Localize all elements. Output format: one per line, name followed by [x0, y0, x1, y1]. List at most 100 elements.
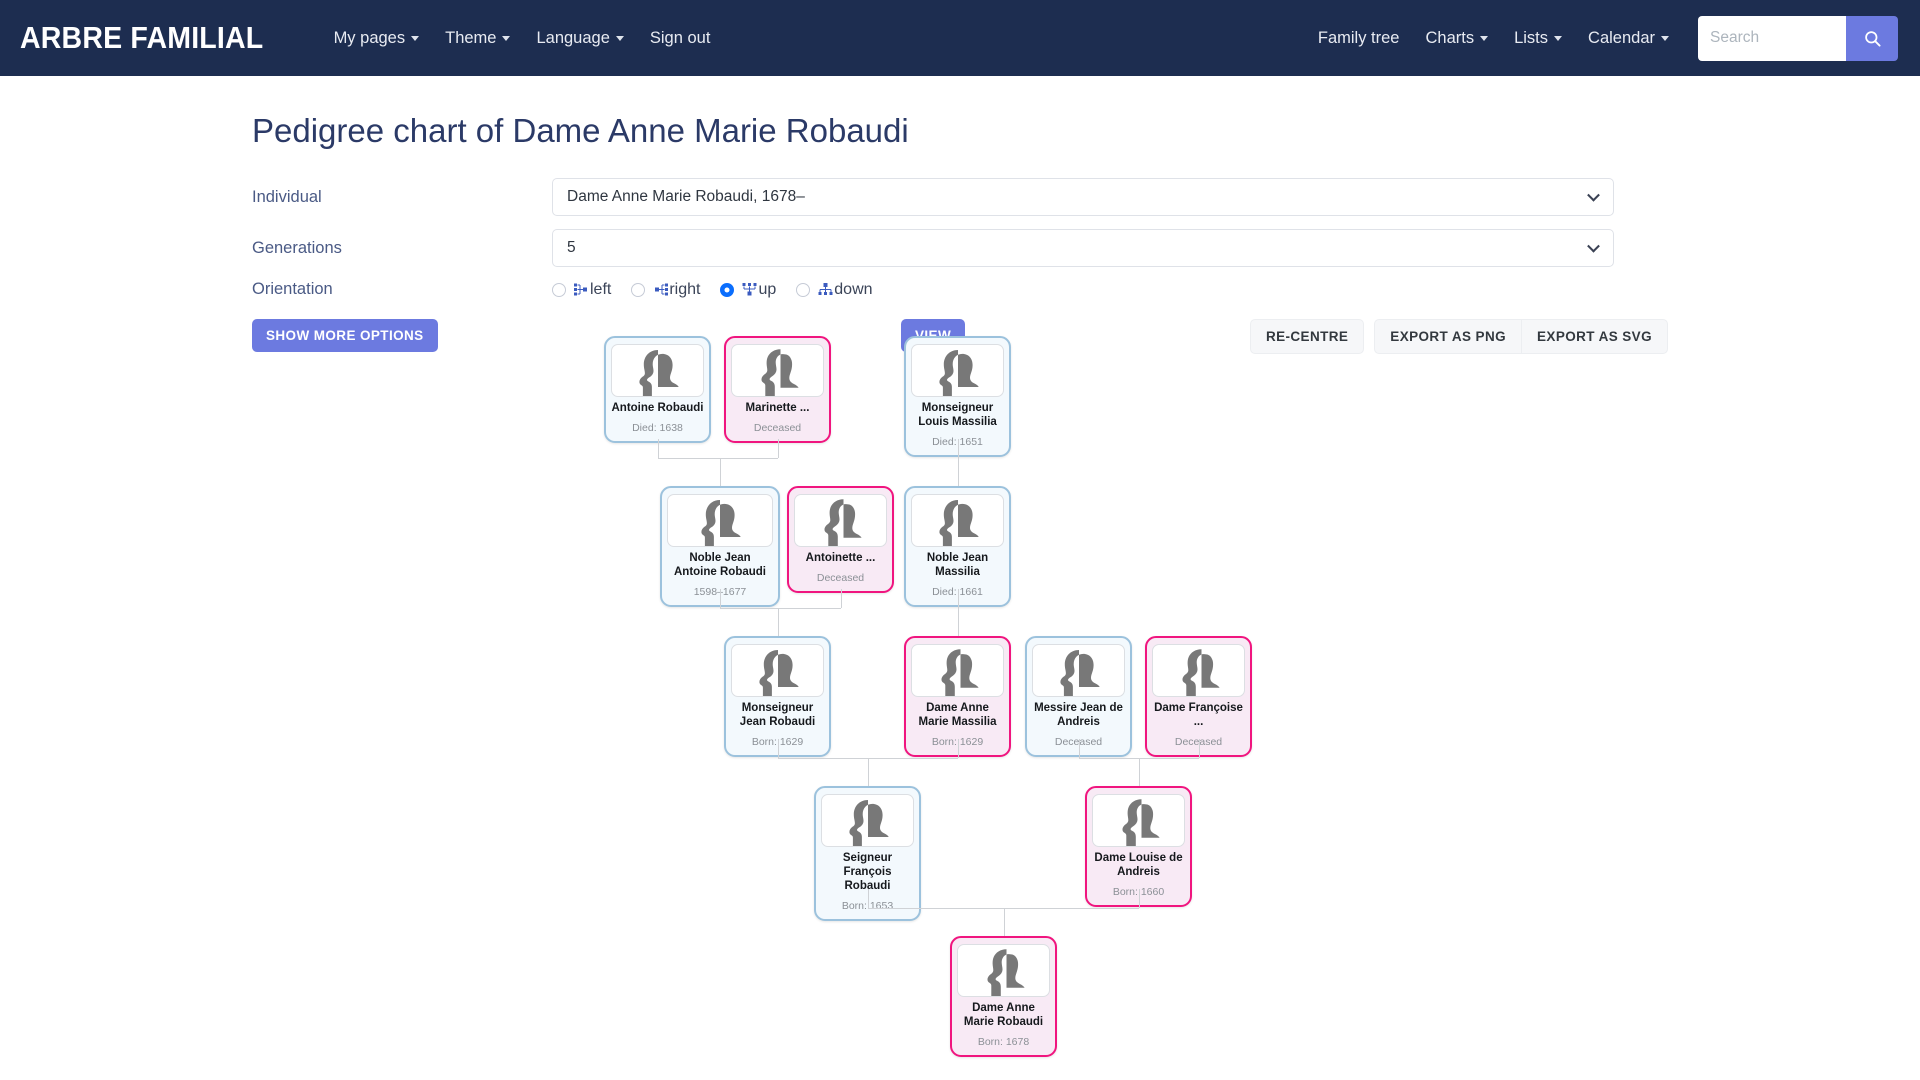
person-box[interactable]: Antoine Robaudi Died: 1638 [604, 336, 711, 444]
generations-select[interactable]: 5 [552, 229, 1614, 267]
connector-line [957, 458, 959, 486]
nav-item-lists[interactable]: Lists [1501, 23, 1575, 54]
nav-item-label: Sign out [649, 28, 711, 47]
avatar [1152, 644, 1245, 697]
female-silhouette-icon [1182, 649, 1220, 696]
secondary-nav: Family tree Charts Lists Calendar [1305, 15, 1898, 61]
male-silhouette-icon [848, 800, 889, 846]
nav-item-calendar[interactable]: Calendar [1575, 23, 1682, 54]
tree-left-icon-wrap [574, 283, 589, 296]
connector-line [1138, 758, 1140, 786]
search-input[interactable] [1698, 15, 1846, 61]
nav-item-label: Family tree [1317, 28, 1400, 47]
radio-down[interactable] [796, 282, 811, 297]
page-title: Pedigree chart of Dame Anne Marie Robaud… [252, 112, 909, 149]
avatar [911, 494, 1004, 547]
connector-line [867, 758, 869, 786]
male-silhouette-icon [938, 500, 979, 546]
orientation-option-label: right [669, 280, 701, 298]
search-icon [1864, 30, 1881, 47]
orientation-option-down[interactable]: down [796, 280, 873, 299]
connector-line [867, 889, 869, 908]
person-name: Marinette ... [745, 402, 810, 414]
nav-item-my-pages[interactable]: My pages [321, 23, 433, 54]
nav-item-label: Calendar [1588, 28, 1655, 47]
connector-line [1138, 889, 1140, 908]
search-submit-button[interactable] [1846, 15, 1898, 61]
generations-label: Generations [252, 238, 342, 257]
connector-line [957, 589, 959, 608]
nav-item-label: Lists [1514, 28, 1549, 47]
male-silhouette-icon [701, 500, 741, 546]
pedigree-chart: Antoine Robaudi Died: 1638 Marinette ... De… [0, 336, 1920, 1080]
nav-item-language[interactable]: Language [523, 23, 636, 54]
person-name: Noble Jean Antoine Robaudi [674, 552, 766, 579]
avatar [731, 644, 824, 697]
person-box[interactable]: Dame Anne Marie Robaudi Born: 1678 [950, 936, 1057, 1058]
tree-up-icon [742, 283, 757, 296]
avatar [794, 494, 887, 547]
person-box[interactable]: Antoinette ... Deceased [787, 486, 894, 594]
person-name: Dame Anne Marie Robaudi [963, 1002, 1044, 1029]
nav-item-label: Language [536, 28, 610, 47]
tree-up-icon-wrap [742, 283, 757, 296]
nav-item-family-tree[interactable]: Family tree [1305, 23, 1413, 54]
chevron-down-icon [1587, 188, 1600, 202]
connector-line [720, 608, 841, 609]
orientation-option-up[interactable]: up [720, 281, 776, 299]
nav-item-label: My pages [333, 28, 406, 47]
avatar [1092, 794, 1185, 847]
person-dates: Born: 1678 [977, 1036, 1030, 1049]
connector-line [720, 589, 721, 608]
connector-line [657, 458, 778, 459]
generations-select-value: 5 [567, 239, 576, 256]
nav-item-label: Charts [1425, 28, 1475, 47]
avatar [911, 644, 1004, 697]
caret-down-icon [1554, 35, 1563, 41]
female-silhouette-icon [761, 349, 799, 396]
site-logo[interactable]: ARBRE FAMILIAL [20, 20, 263, 56]
orientation-option-right[interactable]: right [631, 281, 700, 299]
caret-down-icon [1661, 35, 1669, 41]
avatar [1032, 644, 1125, 697]
connector-line [777, 739, 779, 758]
individual-row: Individual Dame Anne Marie Robaudi, 1678… [252, 178, 1920, 216]
avatar [667, 494, 773, 547]
male-silhouette-icon [938, 350, 979, 396]
radio-left[interactable] [552, 282, 566, 297]
person-name: Dame Anne Marie Massilia [918, 702, 997, 729]
orientation-option-label: up [758, 280, 777, 298]
person-name: Monseigneur Jean Robaudi [739, 702, 816, 729]
person-box[interactable]: Marinette ... Deceased [724, 336, 831, 444]
male-silhouette-icon [638, 350, 679, 396]
caret-down-icon [411, 35, 420, 41]
person-name: Dame Françoise ... [1154, 702, 1243, 729]
person-name: Antoine Robaudi [611, 402, 704, 414]
avatar [821, 794, 914, 847]
female-silhouette-icon [824, 499, 862, 546]
female-silhouette-icon [987, 949, 1025, 996]
radio-up[interactable] [720, 282, 735, 297]
connector-line [1003, 908, 1005, 936]
person-dates: Deceased [816, 572, 865, 585]
caret-down-icon [1480, 35, 1489, 41]
connector-line [957, 608, 959, 636]
connector-line [777, 439, 779, 458]
connector-line [1078, 739, 1080, 758]
nav-item-theme[interactable]: Theme [432, 23, 523, 54]
person-name: Seigneur François Robaudi [842, 852, 893, 893]
connector-line [657, 439, 659, 458]
tree-down-icon-wrap [818, 283, 833, 296]
orientation-option-label: down [834, 280, 873, 298]
individual-select[interactable]: Dame Anne Marie Robaudi, 1678– [552, 178, 1614, 216]
orientation-label: Orientation [252, 280, 333, 298]
radio-right[interactable] [631, 282, 646, 297]
tree-left-icon [574, 283, 587, 296]
nav-item-charts[interactable]: Charts [1412, 23, 1501, 54]
orientation-option-left[interactable]: left [552, 281, 611, 299]
orientation-radio-group: left right up down [552, 281, 893, 299]
generations-row: Generations 5 [252, 229, 1920, 267]
person-name: Noble Jean Massilia [926, 552, 989, 579]
nav-item-sign-out[interactable]: Sign out [637, 23, 724, 54]
person-name: Messire Jean de Andreis [1034, 702, 1123, 729]
